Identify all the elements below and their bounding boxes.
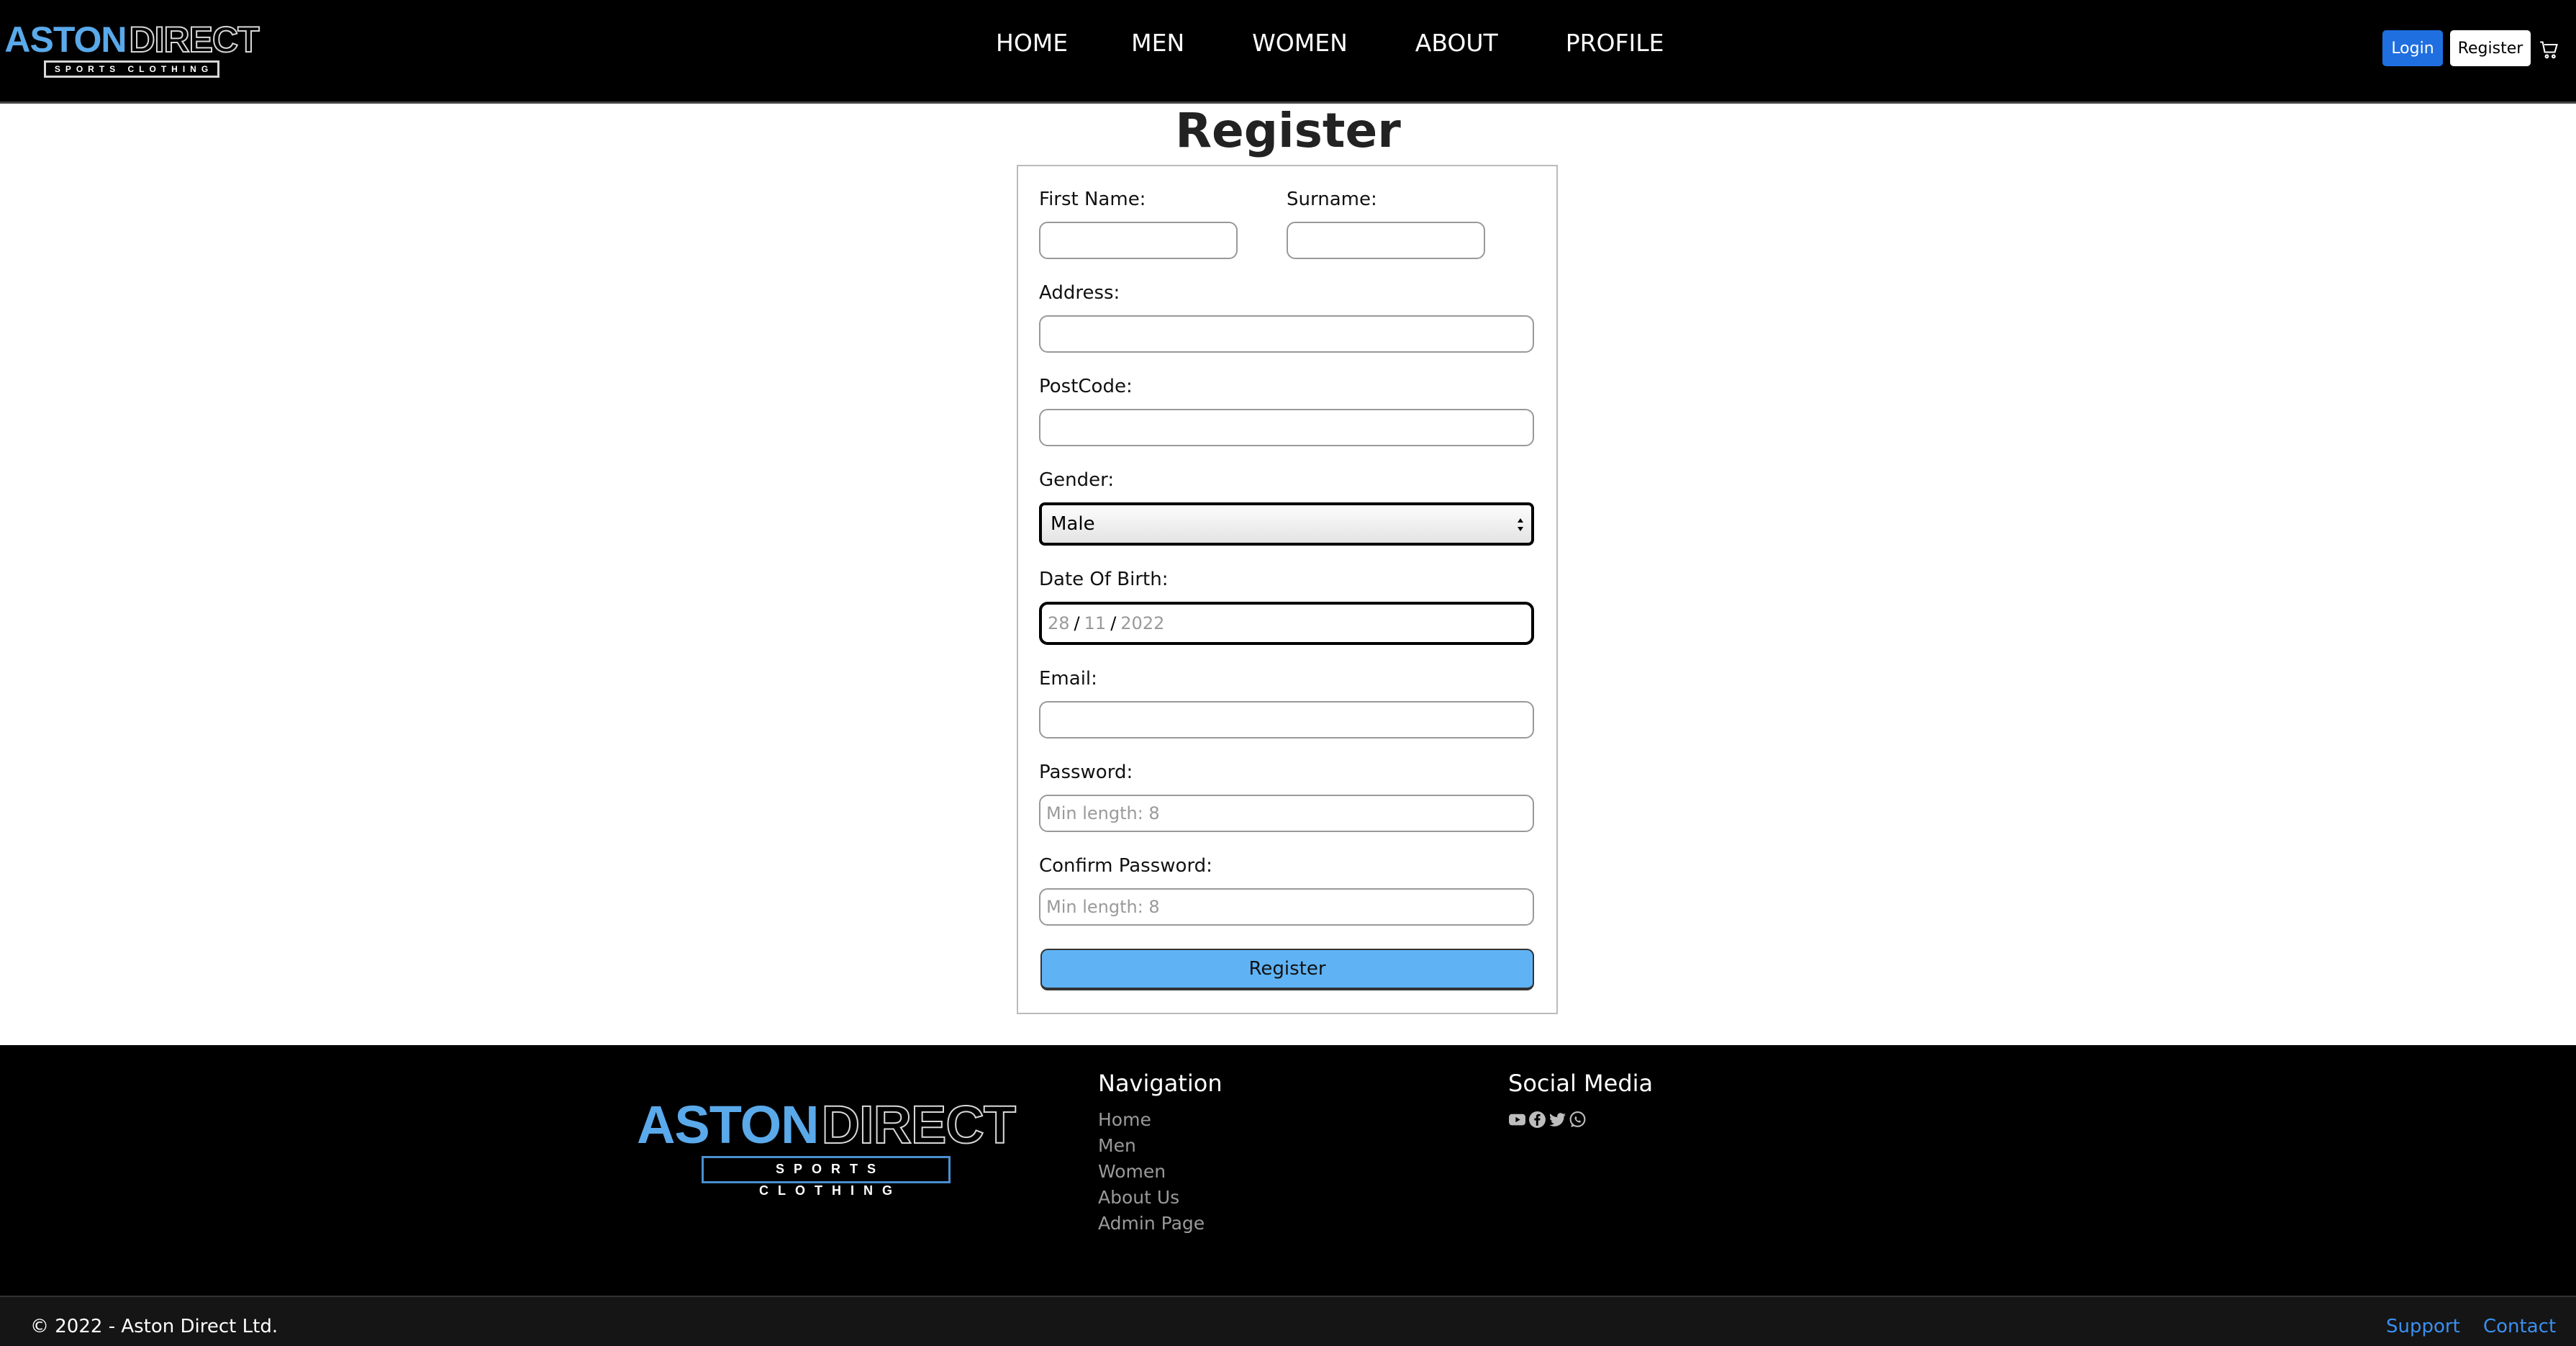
site-logo[interactable]: ASTON DIRECT SPORTS CLOTHING bbox=[4, 21, 260, 78]
logo-wordmark: ASTON DIRECT bbox=[4, 19, 260, 60]
nav-profile[interactable]: PROFILE bbox=[1566, 29, 1664, 57]
contact-link[interactable]: Contact bbox=[2483, 1316, 2556, 1337]
main-nav: HOME MEN WOMEN ABOUT PROFILE bbox=[996, 29, 1664, 57]
facebook-icon[interactable] bbox=[1528, 1111, 1546, 1129]
confirm-password-input[interactable]: Min length: 8 bbox=[1039, 888, 1534, 926]
nav-about[interactable]: ABOUT bbox=[1415, 29, 1498, 57]
dob-label: Date Of Birth: bbox=[1039, 569, 1169, 590]
footer-logo[interactable]: ASTON DIRECT SPORTS CLOTHING bbox=[637, 1098, 1017, 1198]
footer-link-men[interactable]: Men bbox=[1098, 1133, 1205, 1159]
dob-separator: / bbox=[1110, 613, 1117, 633]
email-input[interactable] bbox=[1039, 701, 1534, 739]
gender-select[interactable]: Male bbox=[1039, 502, 1534, 546]
address-label: Address: bbox=[1039, 282, 1120, 304]
password-label: Password: bbox=[1039, 762, 1133, 783]
footer-link-women[interactable]: Women bbox=[1098, 1159, 1205, 1185]
dob-month[interactable]: 11 bbox=[1084, 613, 1107, 633]
logo-word-aston: ASTON bbox=[4, 19, 127, 60]
footer-link-admin-page[interactable]: Admin Page bbox=[1098, 1211, 1205, 1237]
select-arrows-icon bbox=[1518, 518, 1523, 531]
footer-navigation-links: Home Men Women About Us Admin Page bbox=[1098, 1107, 1205, 1237]
confirm-password-label: Confirm Password: bbox=[1039, 855, 1212, 877]
dob-separator: / bbox=[1074, 613, 1080, 633]
gender-selected-value: Male bbox=[1051, 513, 1095, 535]
youtube-icon[interactable] bbox=[1508, 1111, 1526, 1129]
shopping-cart-icon[interactable] bbox=[2539, 40, 2559, 60]
twitter-icon[interactable] bbox=[1548, 1111, 1566, 1129]
register-submit-button[interactable]: Register bbox=[1040, 949, 1534, 990]
first-name-label: First Name: bbox=[1039, 189, 1146, 210]
footer-social-heading: Social Media bbox=[1508, 1070, 1654, 1097]
dob-year[interactable]: 2022 bbox=[1120, 613, 1164, 633]
dob-input[interactable]: 28 / 11 / 2022 bbox=[1039, 602, 1534, 645]
footer-link-home[interactable]: Home bbox=[1098, 1107, 1205, 1133]
social-icons bbox=[1508, 1111, 1587, 1129]
gender-label: Gender: bbox=[1039, 469, 1115, 491]
dob-day[interactable]: 28 bbox=[1048, 613, 1070, 633]
surname-label: Surname: bbox=[1287, 189, 1377, 210]
footer-logo-word-aston: ASTON bbox=[636, 1095, 820, 1155]
site-header: ASTON DIRECT SPORTS CLOTHING HOME MEN WO… bbox=[0, 0, 2576, 104]
copyright-text: © 2022 - Aston Direct Ltd. bbox=[30, 1316, 278, 1337]
footer-logo-word-direct: DIRECT bbox=[821, 1095, 1017, 1155]
logo-tagline: SPORTS CLOTHING bbox=[44, 60, 219, 78]
address-input[interactable] bbox=[1039, 315, 1534, 353]
footer-navigation-heading: Navigation bbox=[1098, 1070, 1223, 1097]
password-input[interactable]: Min length: 8 bbox=[1039, 795, 1534, 832]
register-nav-button[interactable]: Register bbox=[2450, 30, 2531, 66]
footer-bottom-bar bbox=[0, 1296, 2576, 1346]
whatsapp-icon[interactable] bbox=[1569, 1111, 1587, 1129]
login-button[interactable]: Login bbox=[2382, 30, 2443, 66]
support-link[interactable]: Support bbox=[2386, 1316, 2460, 1337]
nav-home[interactable]: HOME bbox=[996, 29, 1068, 57]
postcode-label: PostCode: bbox=[1039, 376, 1133, 397]
nav-women[interactable]: WOMEN bbox=[1252, 29, 1348, 57]
footer-logo-wordmark: ASTON DIRECT bbox=[636, 1095, 1017, 1155]
nav-men[interactable]: MEN bbox=[1131, 29, 1184, 57]
footer-logo-tagline: SPORTS CLOTHING bbox=[702, 1156, 951, 1198]
footer-link-about-us[interactable]: About Us bbox=[1098, 1185, 1205, 1211]
postcode-input[interactable] bbox=[1039, 409, 1534, 446]
page-title: Register bbox=[1175, 103, 1401, 158]
email-label: Email: bbox=[1039, 668, 1097, 690]
first-name-input[interactable] bbox=[1039, 222, 1238, 259]
surname-input[interactable] bbox=[1287, 222, 1485, 259]
logo-word-direct: DIRECT bbox=[128, 19, 260, 60]
